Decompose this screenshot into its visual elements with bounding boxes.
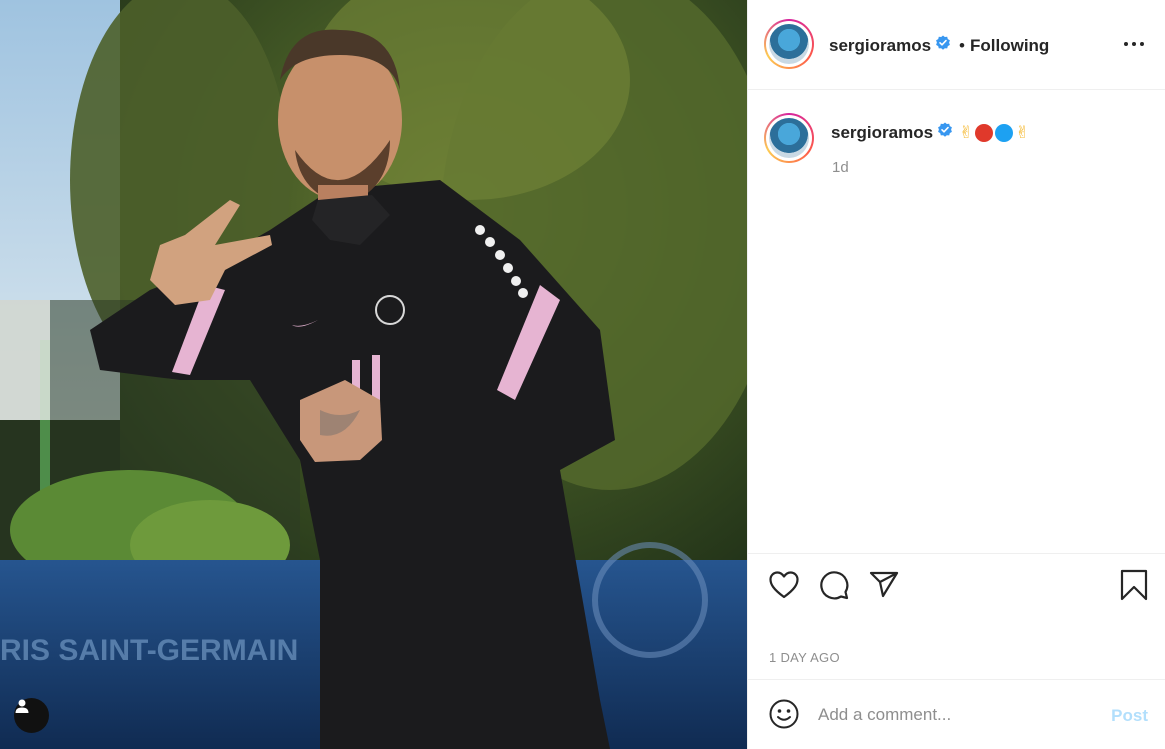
emoji-picker-button[interactable] [768, 698, 800, 730]
share-icon [869, 571, 899, 598]
post-timestamp[interactable]: 1 DAY AGO [769, 650, 840, 665]
victory-hand-emoji: ✌ [1015, 122, 1030, 142]
tagged-users-button[interactable] [14, 698, 49, 733]
post-header: sergioramos • Following [748, 0, 1165, 90]
header-username[interactable]: sergioramos [829, 36, 931, 56]
victory-hand-emoji: ✌ [959, 122, 974, 142]
comment-input[interactable] [818, 700, 1088, 730]
post-photo[interactable]: RIS SAINT-GERMAIN [0, 0, 747, 749]
post-photo-illustration: RIS SAINT-GERMAIN [0, 0, 747, 749]
post-actions: 1 DAY AGO [748, 553, 1165, 679]
avatar[interactable] [764, 19, 814, 69]
like-button[interactable] [768, 569, 800, 601]
person-icon [15, 699, 29, 713]
red-circle-emoji [975, 123, 994, 142]
caption-line: sergioramos ✌ ✌ [831, 122, 1030, 143]
following-button[interactable]: Following [970, 36, 1049, 56]
caption-avatar[interactable] [764, 113, 814, 163]
caption-text: ✌ ✌ [959, 123, 1030, 143]
comment-box: Post [748, 679, 1165, 749]
caption-username[interactable]: sergioramos [831, 123, 933, 143]
comment-icon [820, 571, 849, 600]
share-button[interactable] [868, 569, 900, 601]
post-side-panel: sergioramos • Following sergioramos ✌ ✌ … [747, 0, 1165, 749]
follow-separator: • [959, 35, 965, 55]
caption-area: sergioramos ✌ ✌ 1d [748, 90, 1165, 553]
caption-time[interactable]: 1d [832, 159, 849, 176]
verified-badge-icon [937, 122, 953, 143]
heart-icon [769, 571, 799, 599]
more-options-button[interactable] [1122, 34, 1146, 54]
bookmark-icon [1120, 569, 1148, 601]
verified-badge-icon [935, 35, 951, 56]
header-user-info: sergioramos • Following [829, 35, 1049, 56]
ellipsis-icon [1124, 42, 1144, 46]
smiley-icon [769, 699, 799, 729]
post-comment-button[interactable]: Post [1111, 706, 1148, 726]
blue-circle-emoji [995, 123, 1014, 142]
comment-button[interactable] [818, 569, 850, 601]
save-button[interactable] [1118, 569, 1150, 601]
svg-text:RIS SAINT-GERMAIN: RIS SAINT-GERMAIN [0, 634, 298, 667]
